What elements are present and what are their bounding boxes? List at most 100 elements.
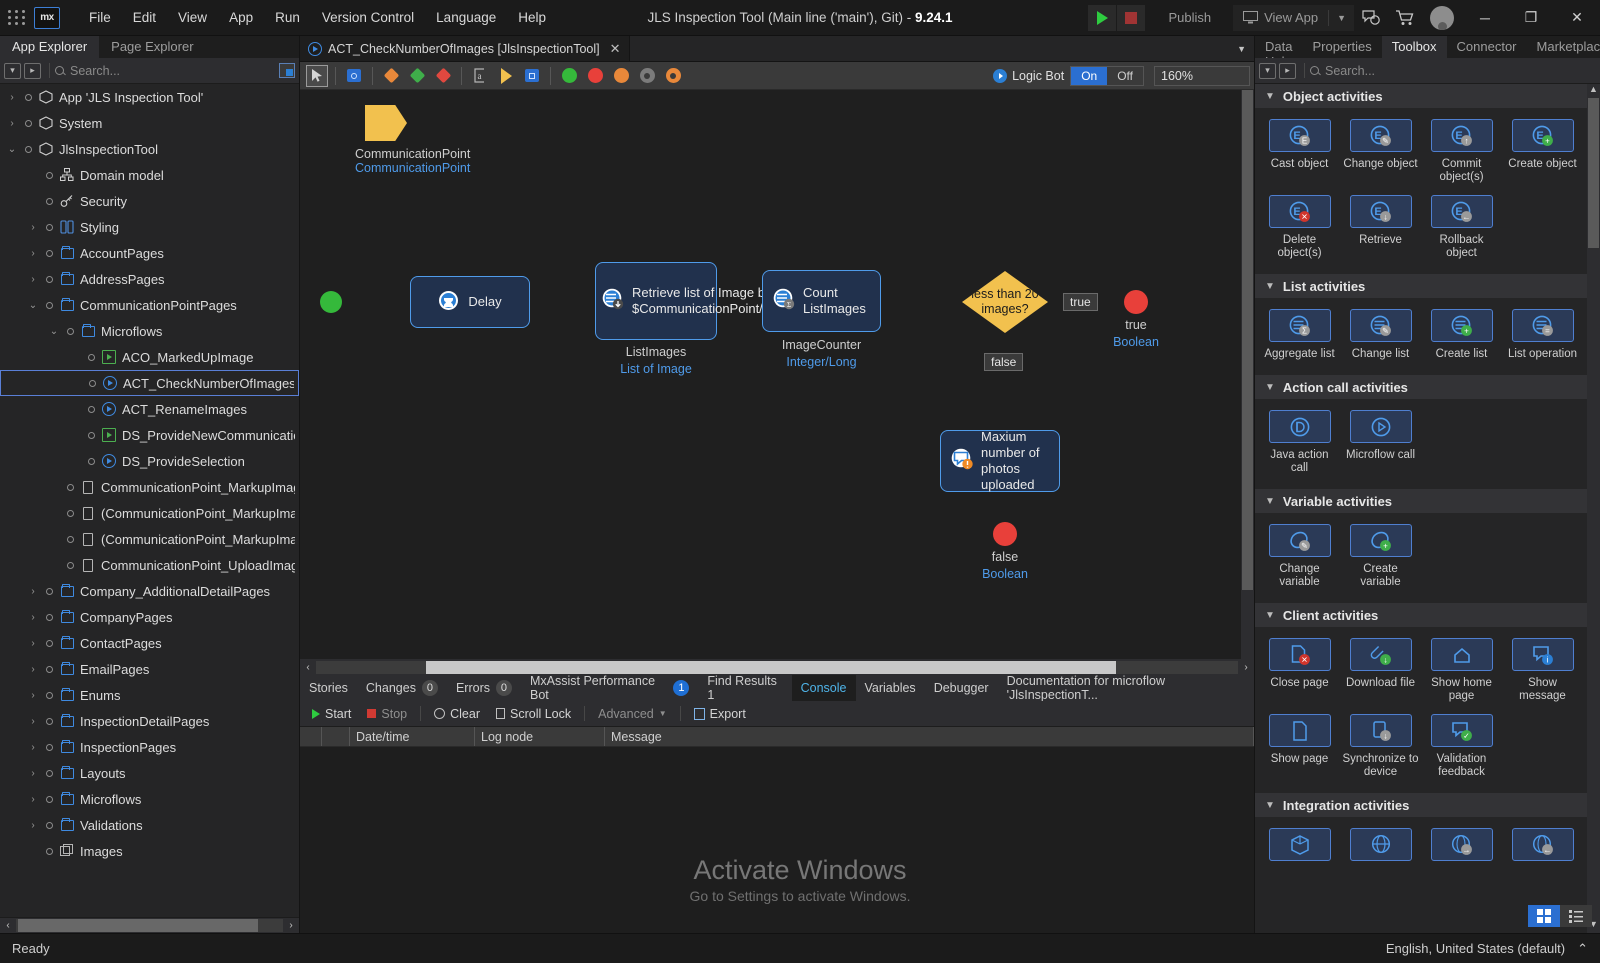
tree-item-jlsinspectiontool[interactable]: ⌄ JlsInspectionTool (0, 136, 299, 162)
tree-item-communicationpoint-markupimage[interactable]: CommunicationPoint_MarkupImage (0, 474, 299, 500)
start-event[interactable] (320, 291, 342, 313)
col-lognode[interactable]: Log node (475, 727, 605, 746)
mendix-logo[interactable]: mx (34, 6, 60, 29)
tree-item-emailpages[interactable]: › EmailPages (0, 656, 299, 682)
chevron-right-icon[interactable]: › (25, 794, 41, 805)
toolbox-item-delete-object-s[interactable]: E ✕ Delete object(s) (1259, 192, 1340, 268)
decision-tool-icon[interactable] (380, 65, 402, 87)
toolbox-item-change-object[interactable]: E ✎ Change object (1340, 116, 1421, 192)
console-scroll-lock-button[interactable]: Scroll Lock (488, 703, 579, 725)
tree-item-ds-provideselection[interactable]: DS_ProvideSelection (0, 448, 299, 474)
tab-data-hub[interactable]: Data Hub (1255, 36, 1302, 69)
list-view-icon[interactable] (1560, 905, 1592, 927)
tree-item-enums[interactable]: › Enums (0, 682, 299, 708)
toolbox-item-create-object[interactable]: E + Create object (1502, 116, 1583, 192)
annotation-tool-icon[interactable]: a (469, 65, 491, 87)
console-tab-find-results-1[interactable]: Find Results 1 (698, 674, 791, 702)
toolbox-item-retrieve[interactable]: E ↓ Retrieve (1340, 192, 1421, 268)
chevron-right-icon[interactable]: › (25, 690, 41, 701)
tree-item-company-additionaldetailpages[interactable]: › Company_AdditionalDetailPages (0, 578, 299, 604)
section-header-list-activities[interactable]: ▼ List activities (1255, 274, 1587, 298)
toolbox-content[interactable]: ▼ Object activities E E Cast object E ✎ Change … (1255, 84, 1600, 933)
console-tab-errors[interactable]: Errors 0 (447, 675, 521, 701)
collapse-all-icon[interactable]: ▾ (4, 62, 21, 79)
scroll-thumb[interactable] (426, 660, 1116, 674)
start-event-tool-icon[interactable] (558, 65, 580, 87)
menu-app[interactable]: App (218, 6, 264, 29)
console-tab-variables[interactable]: Variables (856, 675, 925, 701)
section-header-action-call-activities[interactable]: ▼ Action call activities (1255, 375, 1587, 399)
toolbox-item-microflow-call[interactable]: Microflow call (1340, 407, 1421, 483)
tree-item-inspectionpages[interactable]: › InspectionPages (0, 734, 299, 760)
toolbox-item-create-variable[interactable]: + Create variable (1340, 521, 1421, 597)
end-event-true[interactable]: true Boolean (1113, 290, 1159, 352)
chevron-right-icon[interactable]: › (4, 118, 20, 129)
toolbox-item-call-rest[interactable] (1340, 825, 1421, 875)
app-switcher-button[interactable] (0, 10, 34, 25)
chevron-up-icon[interactable]: ⌃ (1577, 941, 1588, 957)
logic-bot-off[interactable]: Off (1107, 67, 1143, 85)
console-tab-documentation-for-microflow-jlsinspectiont[interactable]: Documentation for microflow 'JlsInspecti… (998, 674, 1254, 702)
chevron-right-icon[interactable]: › (25, 768, 41, 779)
microflow-canvas[interactable]: CommunicationPoint CommunicationPoint De… (300, 90, 1254, 659)
tab-properties[interactable]: Properties (1302, 36, 1381, 58)
toolbox-item-synchronize-to-device[interactable]: ↓ Synchronize to device (1340, 711, 1421, 787)
scroll-thumb[interactable] (18, 919, 258, 932)
scroll-left-icon[interactable]: ‹ (300, 662, 316, 673)
expand-all-icon[interactable]: ▸ (24, 62, 41, 79)
chevron-right-icon[interactable]: › (25, 638, 41, 649)
toolbox-item-cast-object[interactable]: E E Cast object (1259, 116, 1340, 192)
tree-item-communicationpoint-markupimage-mi[interactable]: (CommunicationPoint_MarkupImage_Mi (0, 500, 299, 526)
toolbox-item-java-action-call[interactable]: Java action call (1259, 407, 1340, 483)
maximize-button[interactable]: ❐ (1508, 0, 1554, 36)
toolbox-item-aggregate-list[interactable]: Σ Aggregate list (1259, 306, 1340, 369)
marketplace-cart-icon[interactable] (1388, 0, 1422, 36)
console-clear-button[interactable]: Clear (426, 703, 488, 725)
tab-page-explorer[interactable]: Page Explorer (99, 36, 206, 58)
left-horizontal-scrollbar[interactable]: ‹ › (0, 917, 299, 933)
tree-item-companypages[interactable]: › CompanyPages (0, 604, 299, 630)
activity-retrieve[interactable]: Retrieve list of Image by $Communication… (595, 262, 816, 378)
tree-item-inspectiondetailpages[interactable]: › InspectionDetailPages (0, 708, 299, 734)
chevron-down-icon[interactable]: ⌄ (46, 326, 62, 337)
activity-delay[interactable]: Delay (410, 276, 530, 328)
tree-item-addresspages[interactable]: › AddressPages (0, 266, 299, 292)
zoom-selector[interactable]: 160% (1154, 65, 1250, 86)
toolbox-item-import-web-service[interactable]: ← (1502, 825, 1583, 875)
scroll-right-icon[interactable]: › (283, 920, 299, 931)
editor-tabs-overflow[interactable]: ▼ (629, 36, 1254, 61)
canvas-horizontal-scrollbar[interactable]: ‹ › (300, 659, 1254, 675)
toolbox-item-close-page[interactable]: ✕ Close page (1259, 635, 1340, 711)
close-icon[interactable]: ✕ (610, 41, 621, 57)
menu-help[interactable]: Help (507, 6, 557, 29)
scroll-up-icon[interactable]: ▲ (1587, 84, 1600, 98)
tree-item-layouts[interactable]: › Layouts (0, 760, 299, 786)
chevron-right-icon[interactable]: › (25, 664, 41, 675)
search-input[interactable]: Search... (55, 64, 279, 78)
console-tabs[interactable]: Stories Changes 0 Errors 0 MxAssist Performan… (300, 674, 1254, 702)
publish-button[interactable]: Publish (1154, 5, 1225, 30)
toolbox-item-create-list[interactable]: + Create list (1421, 306, 1502, 369)
logic-bot-toggle[interactable]: On Off (1070, 65, 1144, 86)
chevron-right-icon[interactable]: › (25, 248, 41, 259)
tree-item-act-renameimages[interactable]: ACT_RenameImages (0, 396, 299, 422)
chevron-right-icon[interactable]: › (25, 716, 41, 727)
console-tab-changes[interactable]: Changes 0 (357, 675, 447, 701)
grid-view-icon[interactable] (1528, 905, 1560, 927)
scroll-right-icon[interactable]: › (1238, 662, 1254, 673)
menu-file[interactable]: File (78, 6, 122, 29)
canvas-vertical-scrollbar[interactable] (1241, 90, 1254, 659)
loop-tool-icon[interactable] (521, 65, 543, 87)
tree-item-communicationpoint-markupimage-or[interactable]: (CommunicationPoint_MarkupImage_Or (0, 526, 299, 552)
chevron-right-icon[interactable]: › (25, 222, 41, 233)
tree-item-accountpages[interactable]: › AccountPages (0, 240, 299, 266)
microflow-parameter[interactable]: CommunicationPoint CommunicationPoint (355, 105, 470, 175)
section-header-variable-activities[interactable]: ▼ Variable activities (1255, 489, 1587, 513)
chevron-right-icon[interactable]: › (25, 612, 41, 623)
tree-item-images[interactable]: Images (0, 838, 299, 864)
toolbox-item-call-web-service[interactable]: → (1421, 825, 1502, 875)
toolbox-item-download-file[interactable]: ↓ Download file (1340, 635, 1421, 711)
toolbox-item-list-operation[interactable]: = List operation (1502, 306, 1583, 369)
tree-item-app-jls-inspection-tool[interactable]: › App 'JLS Inspection Tool' (0, 84, 299, 110)
tree-item-security[interactable]: Security (0, 188, 299, 214)
